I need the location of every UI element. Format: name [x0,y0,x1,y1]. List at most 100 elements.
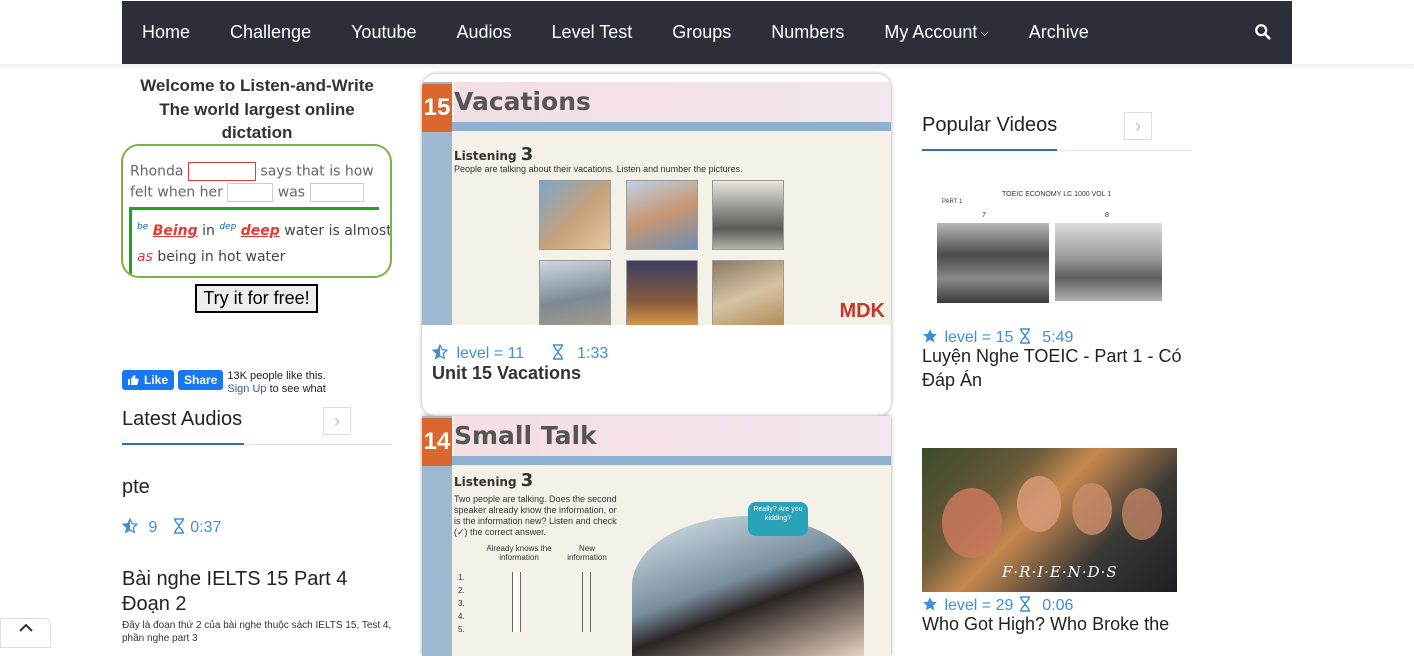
video-meta: level = 11 1:33 [431,343,609,363]
thumbnail-unit-number: 14 [422,418,452,466]
audio-item-title[interactable]: pte [122,476,150,499]
facebook-like-label: Like [144,373,169,387]
video-duration: 5:49 [1042,329,1074,346]
thumbnail-part: PART 1 [942,199,963,205]
thumbnail-checkboxes [582,572,591,632]
thumbnail-caption: TOEIC ECONOMY LC 1000 VOL 1 [1002,191,1112,198]
demo-word: being in hot water [157,249,286,265]
star-icon [923,329,937,343]
nav-groups[interactable]: Groups [672,22,731,43]
demo-word: felt when her [130,184,223,201]
nav-numbers[interactable]: Numbers [771,22,844,43]
demo-line-1: Rhonda says that is how [130,162,374,181]
video-card[interactable]: 15 Vacations Listening 3 People are talk… [422,74,891,416]
hourglass-icon [1019,596,1030,612]
try-free-button[interactable]: Try it for free! [195,284,318,313]
thumbnail-photo [632,516,864,656]
nav-audios[interactable]: Audios [457,22,512,43]
dictation-demo-image: Rhonda says that is how felt when her wa… [121,144,392,278]
listening-number: 3 [520,470,534,491]
hourglass-icon [552,344,563,360]
nav-my-account[interactable]: My Account ⌵ [884,22,988,43]
demo-word: in [202,223,215,239]
welcome-heading: Welcome to Listen-and-Write The world la… [122,74,392,145]
video-title[interactable]: Luyện Nghe TOEIC - Part 1 - Có Đáp Án [922,345,1192,392]
video-level: level = 11 [456,345,525,362]
video-thumbnail[interactable]: F·R·I·E·N·D·S [922,448,1177,592]
nav-my-account-label: My Account [884,22,978,42]
demo-blank [227,183,274,202]
thumbnail-face [1072,483,1112,535]
thumbs-up-icon [128,375,139,385]
video-level: level = 29 [944,597,1014,614]
demo-suggestion-line-1: be Being in dep deep water is almost [137,222,390,239]
chevron-up-icon [18,623,33,632]
video-thumbnail[interactable]: 15 Vacations Listening 3 People are talk… [422,82,891,325]
video-level: level = 15 [944,329,1014,346]
welcome-line-1: Welcome to Listen-and-Write [140,76,374,95]
thumbnail-brand-logo: MDK [839,300,885,322]
vacation-photo [712,180,784,250]
thumbnail-title: Vacations [454,82,891,122]
welcome-line-2: The world largest online [159,99,355,119]
thumbnail-title-text: Small Talk [454,421,597,450]
thumbnail-number: 7 [982,212,986,219]
welcome-line-3: dictation [221,123,293,142]
video-thumbnail[interactable]: TOEIC ECONOMY LC 1000 VOL 1 PART 1 7 8 [922,183,1177,323]
demo-word: was [277,184,306,201]
demo-line-2: felt when her was [130,183,364,202]
thumbnail-photo [937,223,1049,303]
facebook-signup-line: Sign Up to see what [227,383,325,396]
thumbnail-caption: F·R·I·E·N·D·S [1002,563,1118,581]
video-duration: 1:33 [577,345,609,362]
thumbnail-column-2: New information [567,544,607,562]
vacation-photo [539,260,611,325]
demo-word: says that is how [260,163,374,180]
facebook-share-button[interactable]: Share [178,370,224,390]
nav-challenge[interactable]: Challenge [230,22,311,43]
facebook-like-widget: Like Share 13K people like this. Sign Up… [122,370,326,396]
thumbnail-face [942,488,1002,558]
search-icon[interactable] [1254,23,1272,41]
facebook-signup-link[interactable]: Sign Up [227,383,266,395]
demo-blank-active [187,162,256,181]
nav-youtube[interactable]: Youtube [351,22,416,43]
chevron-down-icon: ⌵ [980,27,989,39]
hourglass-icon [173,518,184,534]
thumbnail-unit-number: 15 [422,84,452,132]
vacation-photo [539,180,611,250]
popular-videos-title: Popular Videos [922,114,1058,136]
demo-correction: as [137,249,153,265]
popular-videos-underline [922,149,1057,151]
demo-hint: dep [219,222,237,232]
video-card[interactable]: 14 Small Talk Listening 3 Two people are… [422,416,891,656]
thumbnail-instructions: Two people are talking. Does the second … [454,494,617,537]
thumbnail-instructions: People are talking about their vacations… [454,164,743,174]
audio-level: 9 [148,519,158,536]
main-nav: Home Challenge Youtube Audios Level Test… [122,1,1109,64]
thumbnail-listening: Listening 3 [454,144,533,165]
listening-label: Listening [454,475,517,489]
thumbnail-title-text: Vacations [454,87,591,116]
video-title[interactable]: Who Got High? Who Broke the [922,613,1192,637]
scroll-to-top-button[interactable] [0,618,51,648]
nav-home[interactable]: Home [142,22,190,43]
video-thumbnail[interactable]: 14 Small Talk Listening 3 Two people are… [422,416,891,656]
video-title[interactable]: Unit 15 Vacations [432,363,581,384]
audio-item-title[interactable]: Bài nghe IELTS 15 Part 4 Đoạn 2 [122,567,392,617]
nav-archive[interactable]: Archive [1029,22,1089,43]
popular-videos-next-button[interactable]: › [1124,112,1152,140]
facebook-count: 13K people like this. [227,370,326,382]
thumbnail-photo [1055,223,1162,301]
audio-item-description: Đây là đoạn thứ 2 của bài nghe thuộc sác… [122,620,392,644]
hourglass-icon [1019,328,1030,344]
audio-item-meta: 9 0:37 [121,517,221,537]
demo-correction: deep [240,223,280,239]
latest-audios-underline [122,443,244,445]
nav-level-test[interactable]: Level Test [552,22,633,43]
demo-hint: be [137,222,149,232]
thumbnail-speech-bubble: Really? Are you kidding? [748,502,808,536]
latest-audios-next-button[interactable]: › [323,407,351,435]
thumbnail-band [452,456,891,465]
thumbnail-checkboxes [512,572,521,632]
